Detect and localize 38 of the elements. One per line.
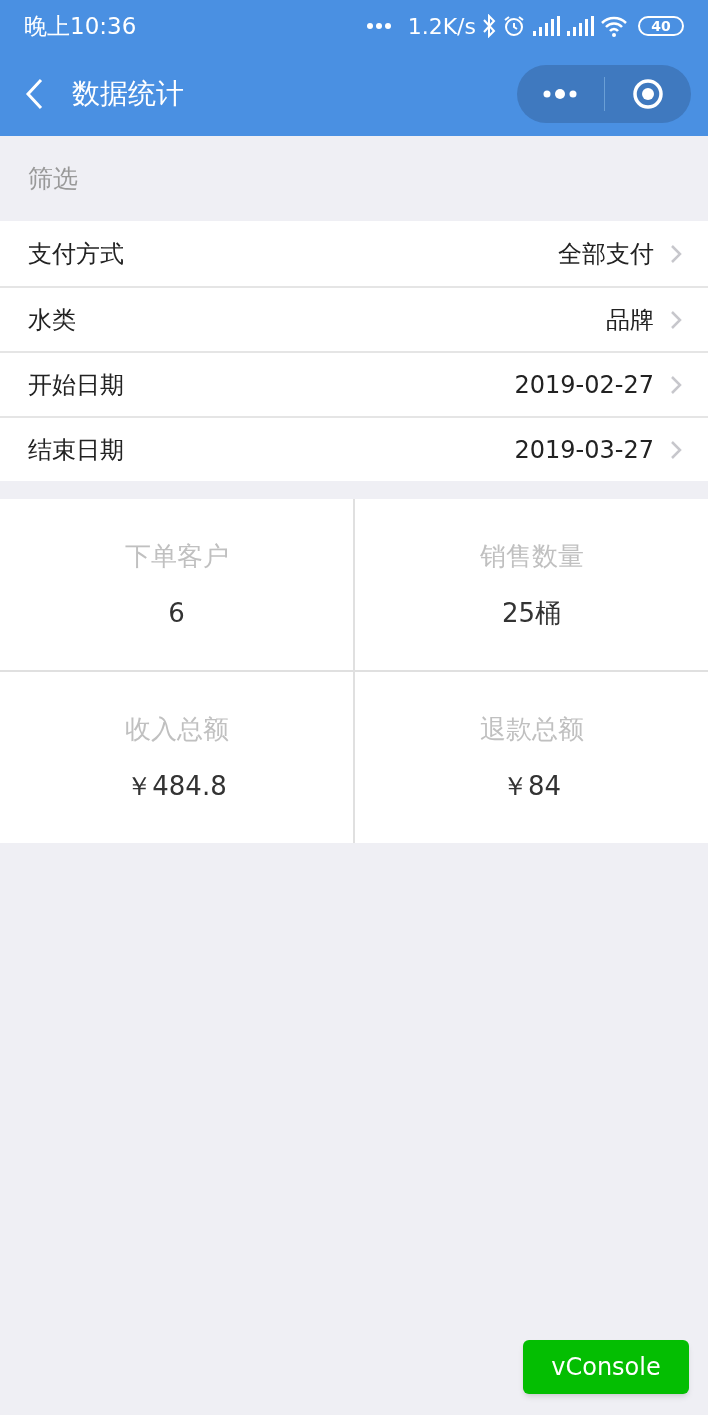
section-header: 筛选 [28,162,78,195]
chevron-icon [670,243,682,264]
chevron-icon [670,309,682,330]
chevron-icon [670,439,682,460]
stat-value: ￥484.8 [126,769,227,803]
row-value: 全部支付 [558,238,654,270]
bluetooth-icon [482,14,496,38]
stat-value: ￥84 [501,769,562,803]
status-time: 晚上10:36 [24,11,137,41]
target-icon [631,78,664,110]
row-value: 2019-03-27 [514,434,654,466]
stat-value: 25桶 [501,596,562,630]
row-label: 开始日期 [28,369,124,401]
row-label: 结束日期 [28,434,124,466]
alarm-icon [502,14,526,38]
filter-row[interactable]: 开始日期 2019-02-27 [0,351,708,416]
back-icon[interactable] [24,78,44,110]
filter-row[interactable]: 结束日期 2019-03-27 [0,416,708,481]
stat-label: 销售数量 [479,539,584,573]
chevron-icon [670,374,682,395]
page-title: 数据统计 [72,76,184,112]
signal-icon [532,16,560,36]
row-value: 2019-02-27 [514,369,654,401]
row-label: 支付方式 [28,238,124,270]
stat-label: 收入总额 [124,712,229,746]
row-value: 品牌 [606,304,654,336]
stat-value: 6 [168,596,185,630]
filter-row[interactable]: 水类 品牌 [0,286,708,351]
filter-row[interactable]: 支付方式 全部支付 [0,221,708,286]
more-icon [542,88,579,100]
stat-label: 下单客户 [124,539,229,573]
battery-level: 40 [651,19,671,33]
signal-icon [566,16,594,36]
more-icon [365,22,392,30]
network-speed: 1.2K/s [407,12,476,41]
wifi-icon [600,15,628,37]
row-label: 水类 [28,304,76,336]
stat-label: 退款总额 [479,712,584,746]
